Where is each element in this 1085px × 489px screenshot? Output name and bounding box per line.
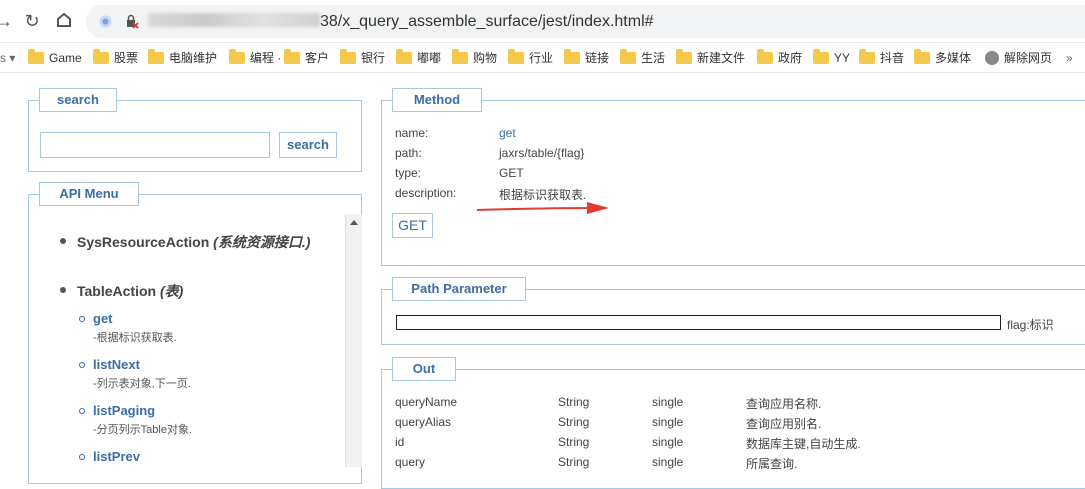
list-bullet bbox=[60, 238, 66, 244]
method-path-value: jaxrs/table/{flag} bbox=[499, 146, 585, 160]
method-path-label: path: bbox=[395, 146, 422, 160]
red-arrow-annotation bbox=[476, 202, 609, 214]
bookmark-item[interactable]: 政府 bbox=[757, 43, 802, 73]
method-name-value: get bbox=[499, 126, 516, 140]
method-type-value: GET bbox=[499, 166, 524, 180]
menu-item-desc: -根据标识获取表. bbox=[93, 332, 177, 344]
path-parameter-legend: Path Parameter bbox=[392, 277, 526, 301]
search-legend: search bbox=[39, 88, 117, 112]
folder-icon bbox=[340, 49, 356, 64]
more-bookmarks-icon[interactable]: » bbox=[1066, 43, 1073, 73]
method-name-label: name: bbox=[395, 126, 429, 140]
folder-icon bbox=[914, 49, 930, 64]
list-bullet bbox=[79, 408, 85, 414]
bookmarks-bar: s ▾ Game 股票 电脑维护 编程 · 客户 银行 嘟嘟 购物 行业 链接 … bbox=[0, 43, 1085, 73]
menu-item-get[interactable]: get bbox=[93, 311, 113, 326]
bookmark-item[interactable]: 生活 bbox=[620, 43, 665, 73]
address-bar[interactable]: 38/x_query_assemble_surface/jest/index.h… bbox=[86, 5, 1085, 38]
bookmarks-overflow-icon[interactable]: s ▾ bbox=[0, 43, 15, 73]
out-field-cardinality: single bbox=[652, 395, 684, 409]
flag-input[interactable] bbox=[396, 315, 1001, 330]
bookmark-item[interactable]: Game bbox=[28, 43, 82, 73]
bookmark-item[interactable]: 解除网页 bbox=[985, 43, 1052, 73]
folder-icon bbox=[757, 49, 773, 64]
home-icon[interactable] bbox=[54, 11, 74, 31]
flag-label: flag:标识 bbox=[1007, 318, 1054, 332]
search-input[interactable] bbox=[40, 132, 270, 158]
list-bullet bbox=[79, 454, 85, 460]
method-legend: Method bbox=[392, 88, 482, 112]
bookmark-item[interactable]: 购物 bbox=[452, 43, 497, 73]
bookmark-item[interactable]: 新建文件 bbox=[676, 43, 745, 73]
menu-item-desc: -分页列示Table对象. bbox=[93, 424, 193, 436]
method-panel bbox=[381, 100, 1085, 266]
folder-icon bbox=[396, 49, 412, 64]
search-button[interactable]: search bbox=[279, 132, 337, 158]
site-info-icon[interactable] bbox=[98, 14, 113, 29]
list-bullet bbox=[79, 316, 85, 322]
folder-icon bbox=[452, 49, 468, 64]
menu-scrollbar[interactable] bbox=[345, 214, 362, 467]
bookmark-item[interactable]: 嘟嘟 bbox=[396, 43, 441, 73]
folder-icon bbox=[676, 49, 692, 64]
get-button[interactable]: GET bbox=[392, 213, 433, 238]
menu-group-tableaction[interactable]: TableAction (表) bbox=[77, 281, 183, 301]
out-field-name: id bbox=[395, 435, 405, 449]
bookmark-item[interactable]: 电脑维护 bbox=[148, 43, 217, 73]
menu-item-listprev[interactable]: listPrev bbox=[93, 449, 140, 464]
globe-icon bbox=[985, 51, 999, 65]
method-description-label: description: bbox=[395, 186, 457, 200]
folder-icon bbox=[93, 49, 109, 64]
folder-icon bbox=[813, 49, 829, 64]
folder-icon bbox=[148, 49, 164, 64]
bookmark-item[interactable]: YY bbox=[813, 43, 850, 73]
scroll-up-icon[interactable] bbox=[350, 220, 358, 225]
method-type-label: type: bbox=[395, 166, 422, 180]
menu-item-listpaging[interactable]: listPaging bbox=[93, 403, 155, 418]
blurred-host bbox=[148, 13, 320, 27]
out-field-type: String bbox=[558, 435, 590, 449]
bookmark-item[interactable]: 银行 bbox=[340, 43, 385, 73]
out-legend: Out bbox=[392, 357, 456, 381]
folder-icon bbox=[508, 49, 524, 64]
out-field-name: queryAlias bbox=[395, 415, 452, 429]
out-field-desc: 数据库主键,自动生成. bbox=[746, 437, 861, 451]
list-bullet bbox=[60, 287, 66, 293]
menu-item-listnext[interactable]: listNext bbox=[93, 357, 140, 372]
bookmark-item[interactable]: 抖音 bbox=[859, 43, 904, 73]
folder-icon bbox=[28, 49, 44, 64]
folder-icon bbox=[284, 49, 300, 64]
bookmark-item[interactable]: 多媒体 bbox=[914, 43, 971, 73]
out-field-cardinality: single bbox=[652, 435, 684, 449]
folder-icon bbox=[859, 49, 875, 64]
api-menu-legend: API Menu bbox=[39, 182, 139, 206]
out-panel bbox=[381, 369, 1085, 489]
browser-toolbar: → ↻ 38/x_query_assemble_surface/jest/ind… bbox=[0, 0, 1085, 43]
bookmark-item[interactable]: 链接 bbox=[564, 43, 609, 73]
blocked-cookie-icon[interactable] bbox=[124, 14, 139, 29]
bookmark-item[interactable]: 客户 bbox=[284, 43, 329, 73]
bookmark-item[interactable]: 行业 bbox=[508, 43, 553, 73]
out-field-type: String bbox=[558, 415, 590, 429]
folder-icon bbox=[229, 49, 245, 64]
bookmark-item[interactable]: 编程 · bbox=[229, 43, 281, 73]
out-field-desc: 查询应用别名. bbox=[746, 417, 822, 431]
forward-icon[interactable]: → bbox=[0, 11, 14, 31]
folder-icon bbox=[620, 49, 636, 64]
list-bullet bbox=[79, 362, 85, 368]
url-text[interactable]: 38/x_query_assemble_surface/jest/index.h… bbox=[148, 13, 654, 31]
url-path: 38/x_query_assemble_surface/jest/index.h… bbox=[320, 13, 654, 30]
reload-icon[interactable]: ↻ bbox=[22, 11, 42, 31]
bookmark-item[interactable]: 股票 bbox=[93, 43, 138, 73]
out-field-cardinality: single bbox=[652, 415, 684, 429]
out-field-desc: 查询应用名称. bbox=[746, 397, 822, 411]
menu-item-desc: -列示表对象,下一页. bbox=[93, 378, 191, 390]
folder-icon bbox=[564, 49, 580, 64]
menu-group-sysresource[interactable]: SysResourceAction (系统资源接口.) bbox=[77, 232, 310, 252]
out-field-desc: 所属查询. bbox=[746, 457, 798, 471]
out-field-name: queryName bbox=[395, 395, 458, 409]
out-field-type: String bbox=[558, 395, 590, 409]
